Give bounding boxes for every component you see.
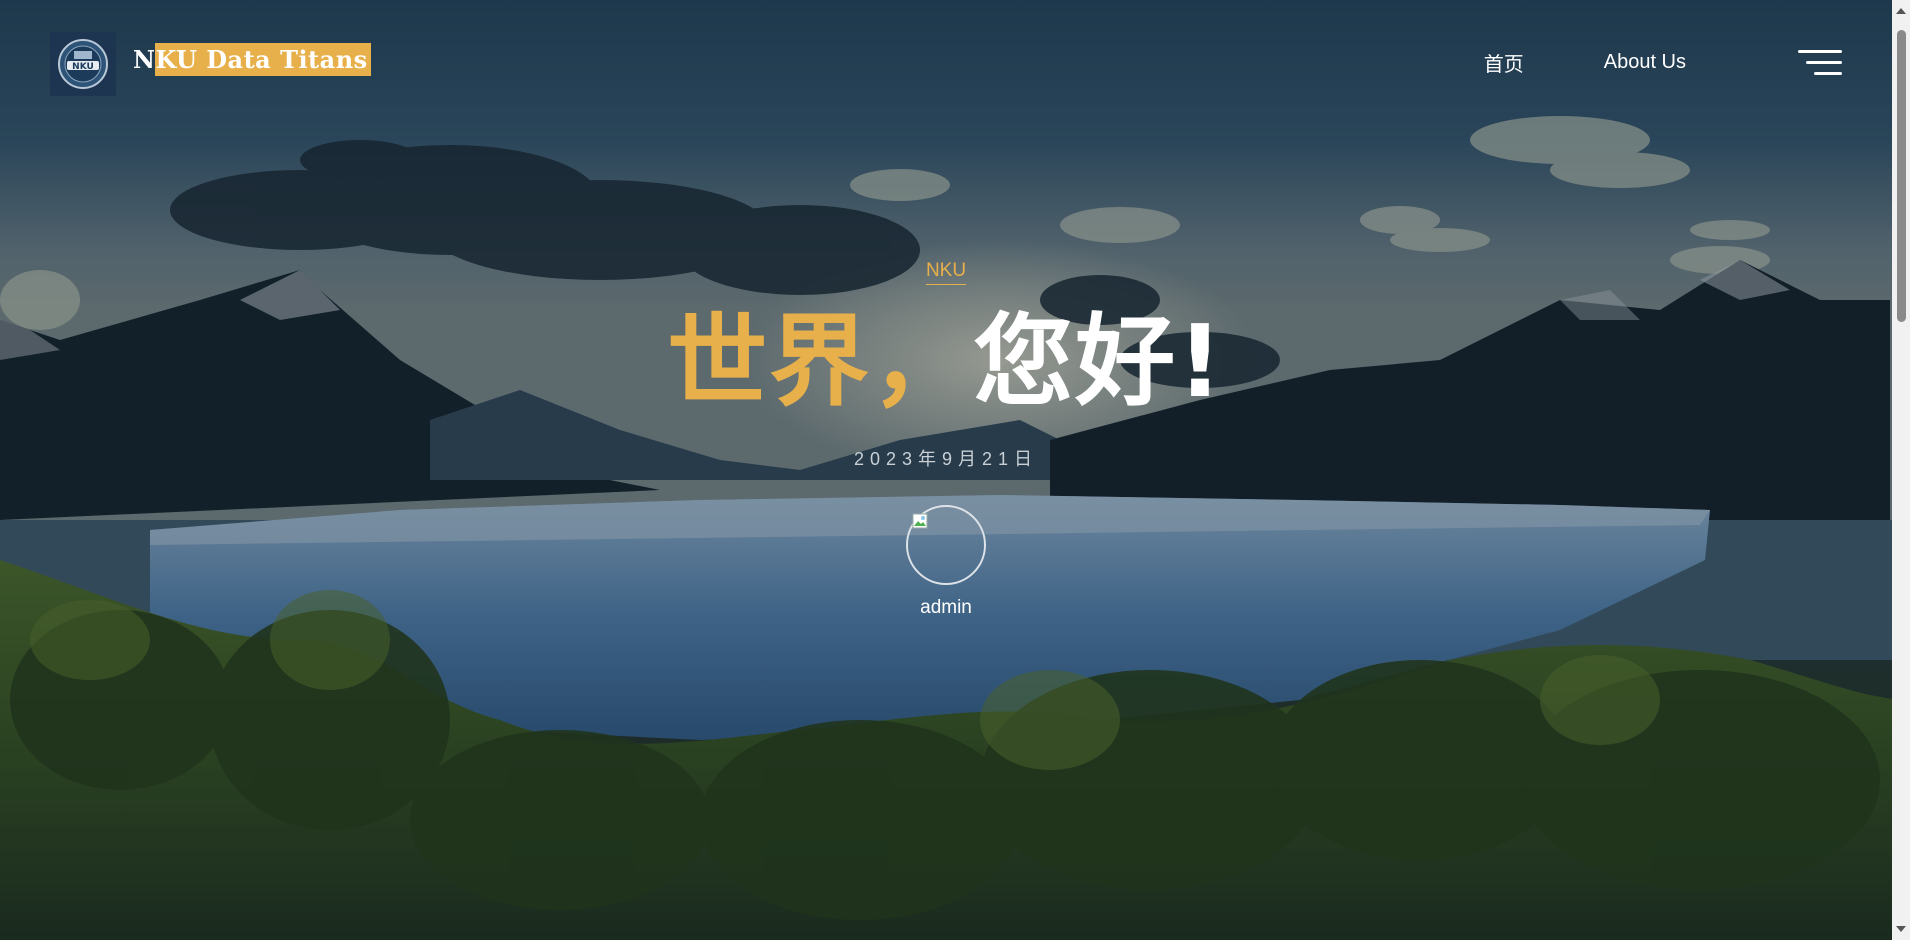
nav-item-home[interactable]: 首页 [1484, 48, 1524, 77]
nku-logo-emblem: NKU [58, 39, 108, 89]
hero-section: NKU 世界，您好! 2023年9月21日 admin [0, 260, 1892, 619]
post-date: 2023年9月21日 [853, 449, 1039, 469]
main-nav: 首页 About Us [1484, 48, 1814, 77]
author-avatar[interactable] [906, 505, 986, 585]
site-brand[interactable]: NKU Data Titans [133, 43, 371, 76]
brand-name-highlight: KU Data Titans [155, 43, 371, 76]
author-name[interactable]: admin [0, 597, 1892, 619]
hamburger-menu-icon[interactable] [1794, 50, 1842, 76]
broken-image-icon [912, 513, 928, 529]
menu-line-bottom [1814, 72, 1842, 75]
site-header: NKU NKU Data Titans 首页 About Us [0, 0, 1910, 128]
svg-text:NKU: NKU [72, 62, 94, 72]
title-highlight: 世界， [667, 303, 974, 420]
scrollbar-thumb[interactable] [1897, 30, 1906, 322]
scroll-up-arrow-icon[interactable] [1896, 8, 1906, 14]
nav-item-about-us[interactable]: About Us [1604, 51, 1686, 74]
category-tag[interactable]: NKU [925, 260, 967, 285]
page-scrollbar[interactable] [1892, 0, 1910, 940]
page: NKU NKU Data Titans 首页 About Us NKU 世界，您… [0, 0, 1910, 940]
menu-line-top [1798, 50, 1842, 53]
title-rest: 您好! [973, 303, 1225, 420]
scroll-down-arrow-icon[interactable] [1896, 926, 1906, 932]
nku-logo-icon[interactable]: NKU [50, 32, 116, 96]
menu-line-middle [1806, 61, 1842, 64]
hero-title: 世界，您好! [0, 307, 1892, 417]
brand-name-prefix: N [133, 45, 156, 74]
